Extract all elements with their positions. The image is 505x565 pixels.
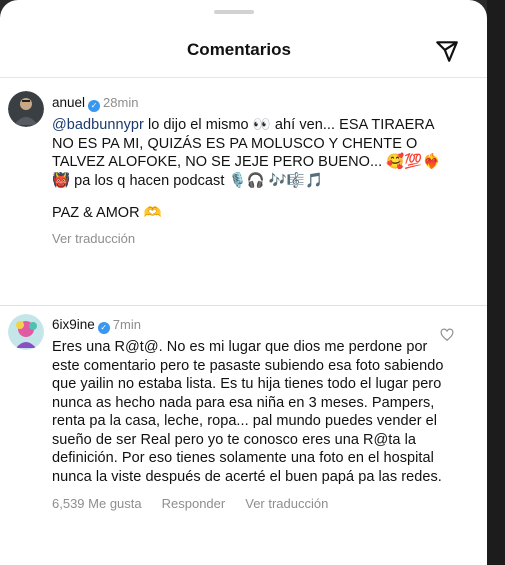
comment-body: 6ix9ine ✓ 7min Eres una R@t@. No es mi lug…	[52, 316, 452, 511]
background-strip	[487, 0, 505, 565]
mention-link[interactable]: @badbunnypr	[52, 117, 144, 133]
comment-text: Eres una R@t@. No es mi lugar que dios m…	[52, 339, 444, 485]
send-icon[interactable]	[434, 38, 460, 64]
drag-handle[interactable]	[214, 10, 254, 14]
comment-header: 6ix9ine ✓ 7min	[52, 316, 452, 334]
heart-icon[interactable]	[440, 328, 454, 342]
likes-count[interactable]: 6,539 Me gusta	[52, 496, 142, 511]
timestamp: 28min	[103, 95, 139, 110]
verified-badge-icon: ✓	[97, 322, 110, 334]
comments-sheet: Comentarios anuel ✓ 28min @badbunnypr lo d…	[0, 0, 487, 565]
avatar-6ix9ine[interactable]	[8, 314, 44, 350]
avatar-anuel[interactable]	[8, 91, 44, 127]
comment-6ix9ine: 6ix9ine ✓ 7min Eres una R@t@. No es mi lug…	[0, 305, 487, 511]
verified-badge-icon: ✓	[88, 100, 101, 112]
timestamp: 7min	[112, 317, 141, 332]
comment-closing: PAZ & AMOR 🫶	[52, 205, 162, 221]
translate-link[interactable]: Ver traducción	[245, 496, 328, 511]
username[interactable]: 6ix9ine	[52, 317, 95, 332]
username[interactable]: anuel	[52, 95, 85, 110]
reply-button[interactable]: Responder	[162, 496, 226, 511]
comment-text: @badbunnypr lo dijo el mismo 👀 ahí ven..…	[52, 116, 452, 190]
comment-header: anuel ✓ 28min	[52, 94, 452, 112]
comment-body: anuel ✓ 28min @badbunnypr lo dijo el mismo…	[52, 94, 452, 246]
page-title: Comentarios	[187, 40, 291, 59]
comments-header: Comentarios	[0, 28, 487, 78]
comment-actions: 6,539 Me gusta Responder Ver traducción	[52, 496, 452, 511]
translate-link[interactable]: Ver traducción	[52, 231, 452, 246]
